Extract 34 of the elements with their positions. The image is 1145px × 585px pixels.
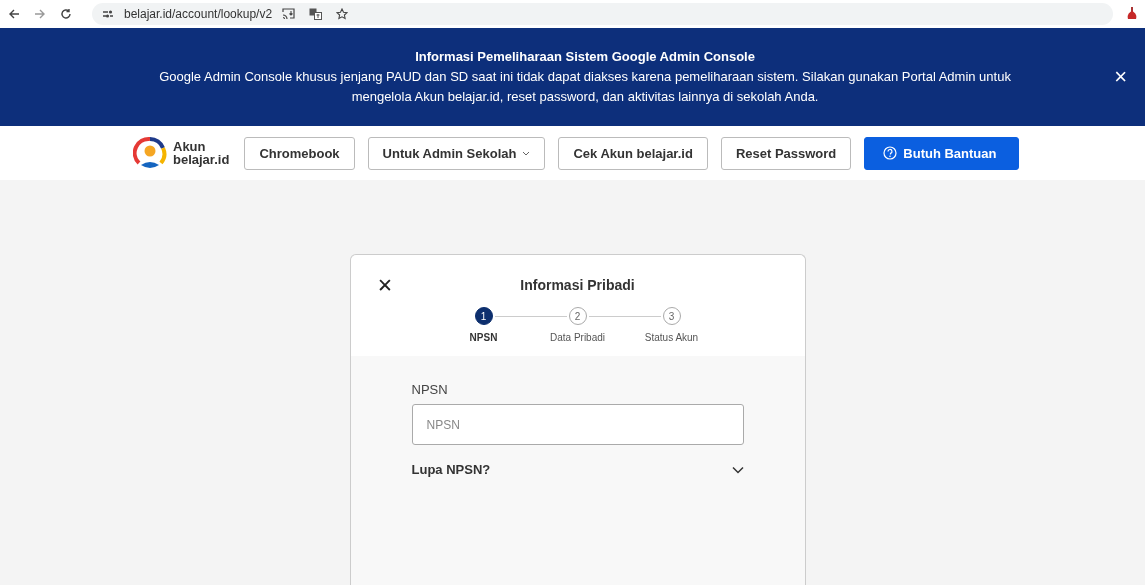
step-number: 2 [568, 307, 587, 325]
help-icon [883, 146, 898, 160]
close-button[interactable]: ✕ [374, 273, 395, 297]
step-label: Status Akun [644, 332, 699, 343]
extension-icon[interactable] [1127, 7, 1137, 21]
step-label: NPSN [469, 332, 498, 343]
step-number: 3 [662, 307, 681, 325]
banner-title: Informasi Pemeliharaan Sistem Google Admin Console [414, 48, 756, 66]
nav-button[interactable]: Cek Akun belajar.id [558, 136, 708, 170]
npsn-field[interactable]: NPSN [411, 404, 744, 445]
forward-icon[interactable] [34, 8, 46, 20]
modal-title: Informasi Pribadi [519, 277, 636, 293]
reload-icon[interactable] [60, 8, 72, 20]
brand-name: Akun belajar.id [173, 140, 230, 166]
back-icon[interactable] [8, 8, 20, 20]
caret-icon [522, 150, 531, 156]
nav-button[interactable]: Reset Password [720, 136, 852, 170]
help-button[interactable]: Butuh Bantuan [864, 136, 1020, 170]
step-label: Data Pribadi [550, 332, 605, 343]
field-label: NPSN [411, 382, 449, 397]
close-button[interactable]: × [1110, 64, 1131, 90]
nav-button[interactable]: Untuk Admin Sekolah [367, 136, 546, 170]
url-text: belajar.id/account/lookup/v2 [124, 7, 273, 21]
accordion-header[interactable]: Lupa NPSN? [411, 462, 744, 477]
translate-icon[interactable] [309, 8, 323, 20]
star-icon[interactable] [336, 8, 349, 20]
address-bar[interactable]: belajar.id/account/lookup/v2 [92, 3, 1113, 25]
site-settings-icon[interactable] [102, 9, 114, 19]
step-number: 1 [474, 307, 493, 325]
chevron-icon [731, 465, 744, 474]
banner-message: Google Admin Console khusus jenjang PAUD dan SD saat ini tidak dapat diakses karena pemeliharaan sistem. Silakan gunakan Portal Admin untuk mengelola Akun belajar.id, reset password, dan aktivitas lainnya di sekolah Anda. [158, 68, 1012, 106]
cast-icon[interactable] [282, 8, 296, 20]
nav-button[interactable]: Chromebook [244, 136, 355, 170]
logo-icon [133, 136, 167, 170]
